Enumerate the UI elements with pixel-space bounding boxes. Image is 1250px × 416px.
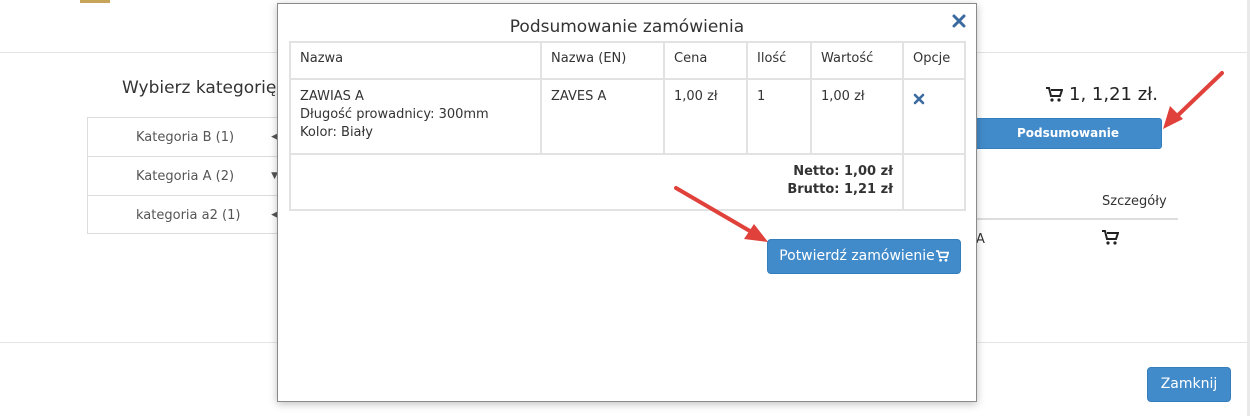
logo-fragment bbox=[80, 0, 110, 3]
order-summary-modal: Podsumowanie zamówienia Nazwa Nazwa (EN)… bbox=[277, 3, 977, 402]
cell-options bbox=[902, 78, 966, 155]
product-name: ZAWIAS A bbox=[300, 89, 364, 104]
cell-qty: 1 bbox=[746, 78, 812, 155]
column-header-qty: Ilość bbox=[746, 41, 812, 80]
column-header-value: Wartość bbox=[810, 41, 904, 80]
column-header-name: Nazwa bbox=[289, 41, 542, 80]
totals-empty-cell bbox=[902, 153, 966, 211]
column-header-options: Opcje bbox=[902, 41, 966, 80]
cell-name: ZAWIAS A Długość prowadnicy: 300mm Kolor… bbox=[289, 78, 542, 155]
order-table: Nazwa Nazwa (EN) Cena Ilość Wartość Opcj… bbox=[289, 41, 966, 211]
cell-price: 1,00 zł bbox=[663, 78, 748, 155]
cell-name-en: ZAVES A bbox=[540, 78, 665, 155]
category-label: kategoria a2 (1) bbox=[136, 208, 241, 223]
category-label: Kategoria A (2) bbox=[136, 169, 235, 184]
totals-cell: Netto: 1,00 zł Brutto: 1,21 zł bbox=[289, 153, 904, 211]
details-column-header: Szczegóły bbox=[1102, 194, 1167, 209]
order-summary-button[interactable]: Podsumowanie zamówienia bbox=[974, 118, 1162, 169]
cart-total-text: 1, 1,21 zł. bbox=[1069, 84, 1158, 105]
annotation-arrow bbox=[1163, 71, 1224, 129]
close-icon[interactable] bbox=[951, 13, 967, 29]
delete-icon[interactable] bbox=[913, 93, 925, 105]
category-item[interactable]: kategoria a2 (1) ◀ bbox=[87, 195, 287, 234]
category-title: Wybierz kategorię bbox=[122, 78, 277, 98]
table-row: ZAWIAS A Długość prowadnicy: 300mm Kolor… bbox=[289, 78, 966, 155]
column-header-price: Cena bbox=[663, 41, 748, 80]
add-to-cart-icon[interactable] bbox=[1102, 230, 1120, 249]
category-item[interactable]: Kategoria A (2) ▼ bbox=[87, 156, 287, 195]
close-button[interactable]: Zamknij bbox=[1147, 367, 1231, 402]
category-label: Kategoria B (1) bbox=[136, 130, 235, 145]
cart-icon bbox=[935, 250, 950, 262]
product-row-fragment: A bbox=[976, 232, 985, 247]
column-header-name-en: Nazwa (EN) bbox=[540, 41, 665, 80]
totals-row: Netto: 1,00 zł Brutto: 1,21 zł bbox=[289, 153, 966, 211]
table-header-row: Nazwa Nazwa (EN) Cena Ilość Wartość Opcj… bbox=[289, 41, 966, 80]
brutto-total: Brutto: 1,21 zł bbox=[787, 182, 893, 197]
table-header-divider bbox=[975, 218, 1178, 220]
cell-value: 1,00 zł bbox=[810, 78, 904, 155]
category-list: Kategoria B (1) ◀ Kategoria A (2) ▼ kate… bbox=[87, 117, 287, 234]
netto-total: Netto: 1,00 zł bbox=[793, 164, 893, 179]
cart-icon bbox=[1046, 87, 1064, 102]
category-item[interactable]: Kategoria B (1) ◀ bbox=[87, 117, 287, 156]
modal-title: Podsumowanie zamówienia bbox=[509, 17, 745, 37]
product-detail: Długość prowadnicy: 300mm bbox=[300, 107, 489, 122]
confirm-order-label: Potwierdź zamówienie bbox=[779, 248, 935, 264]
product-detail: Kolor: Biały bbox=[300, 125, 373, 140]
cart-total[interactable]: 1, 1,21 zł. bbox=[1046, 84, 1158, 105]
confirm-order-button[interactable]: Potwierdź zamówienie bbox=[767, 239, 961, 274]
